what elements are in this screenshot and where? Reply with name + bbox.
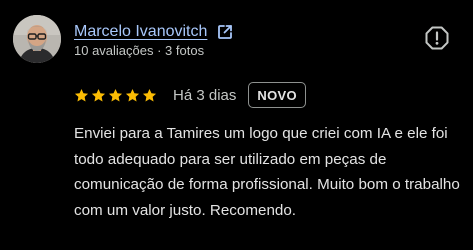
review-date: Há 3 dias [173, 86, 237, 104]
star-icon [142, 88, 157, 101]
author-name-link[interactable]: Marcelo Ivanovitch [74, 23, 207, 41]
star-icon [125, 88, 140, 101]
star-icon [108, 88, 123, 101]
author-meta: 10 avaliações · 3 fotos [74, 43, 205, 58]
star-icon [91, 88, 106, 101]
rating-row: Há 3 dias NOVO [74, 82, 306, 108]
author-row: Marcelo Ivanovitch [74, 21, 234, 43]
report-button[interactable] [424, 25, 450, 51]
new-badge: NOVO [248, 82, 306, 108]
review-text: Enviei para a Tamires um logo que criei … [74, 125, 460, 219]
report-icon [425, 26, 449, 50]
review-card: Marcelo Ivanovitch 10 avaliações · 3 fot… [0, 0, 473, 250]
avatar-photo [13, 15, 61, 63]
external-link-icon[interactable] [216, 23, 234, 41]
star-icon [74, 88, 89, 101]
avatar[interactable] [13, 15, 61, 63]
star-rating [74, 88, 159, 103]
